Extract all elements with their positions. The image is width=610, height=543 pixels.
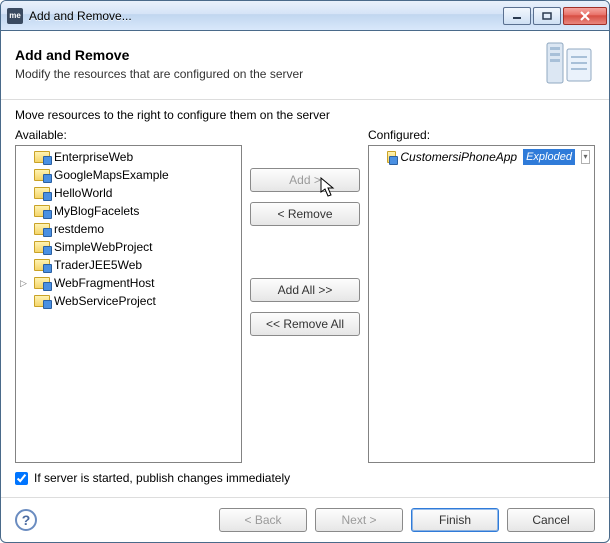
back-button[interactable]: < Back <box>219 508 307 532</box>
project-folder-icon <box>34 223 50 235</box>
cancel-button[interactable]: Cancel <box>507 508 595 532</box>
project-folder-icon <box>387 151 396 163</box>
configured-item[interactable]: CustomersiPhoneApp Exploded ▾ <box>369 148 594 166</box>
available-item[interactable]: TraderJEE5Web <box>16 256 241 274</box>
add-all-button[interactable]: Add All >> <box>250 278 360 302</box>
next-button[interactable]: Next > <box>315 508 403 532</box>
deploy-mode-dropdown[interactable]: ▾ <box>581 150 590 164</box>
available-item[interactable]: ▷ WebFragmentHost <box>16 274 241 292</box>
wizard-header: Add and Remove Modify the resources that… <box>1 31 609 100</box>
available-listbox[interactable]: EnterpriseWeb GoogleMapsExample HelloWorld… <box>15 145 242 463</box>
available-label: Available: <box>15 128 242 142</box>
window-title: Add and Remove... <box>29 9 503 23</box>
available-item-label: EnterpriseWeb <box>54 149 133 165</box>
app-icon: me <box>7 8 23 24</box>
finish-button[interactable]: Finish <box>411 508 499 532</box>
titlebar[interactable]: me Add and Remove... <box>1 1 609 31</box>
available-item[interactable]: EnterpriseWeb <box>16 148 241 166</box>
dialog-window: me Add and Remove... Add and Remove Modi… <box>0 0 610 543</box>
publish-immediately-checkbox[interactable] <box>15 472 28 485</box>
wizard-footer: ? < Back Next > Finish Cancel <box>1 497 609 542</box>
available-item-label: TraderJEE5Web <box>54 257 142 273</box>
minimize-button[interactable] <box>503 7 531 25</box>
available-item-label: WebServiceProject <box>54 293 156 309</box>
help-button[interactable]: ? <box>15 509 37 531</box>
configured-label: Configured: <box>368 128 595 142</box>
available-item-label: WebFragmentHost <box>54 275 154 291</box>
available-item-label: SimpleWebProject <box>54 239 152 255</box>
configured-item-name: CustomersiPhoneApp <box>400 149 517 165</box>
available-item-label: MyBlogFacelets <box>54 203 139 219</box>
maximize-button[interactable] <box>533 7 561 25</box>
expand-icon[interactable]: ▷ <box>20 275 30 291</box>
project-folder-icon <box>34 169 50 181</box>
publish-immediately-label[interactable]: If server is started, publish changes im… <box>34 471 290 485</box>
project-folder-icon <box>34 151 50 163</box>
available-item[interactable]: restdemo <box>16 220 241 238</box>
project-folder-icon <box>34 187 50 199</box>
remove-all-button[interactable]: << Remove All <box>250 312 360 336</box>
available-item[interactable]: MyBlogFacelets <box>16 202 241 220</box>
page-description: Modify the resources that are configured… <box>15 67 303 81</box>
available-item-label: GoogleMapsExample <box>54 167 169 183</box>
window-controls <box>503 7 607 25</box>
available-item[interactable]: SimpleWebProject <box>16 238 241 256</box>
add-button[interactable]: Add > <box>250 168 360 192</box>
project-folder-icon <box>34 277 50 289</box>
project-folder-icon <box>34 205 50 217</box>
available-item-label: HelloWorld <box>54 185 112 201</box>
project-folder-icon <box>34 259 50 271</box>
available-item[interactable]: GoogleMapsExample <box>16 166 241 184</box>
available-item-label: restdemo <box>54 221 104 237</box>
instruction-text: Move resources to the right to configure… <box>15 108 595 122</box>
wizard-body: Move resources to the right to configure… <box>1 100 609 497</box>
project-folder-icon <box>34 295 50 307</box>
deploy-mode-badge[interactable]: Exploded <box>523 149 575 165</box>
available-item[interactable]: WebServiceProject <box>16 292 241 310</box>
configured-listbox[interactable]: CustomersiPhoneApp Exploded ▾ <box>368 145 595 463</box>
remove-button[interactable]: < Remove <box>250 202 360 226</box>
close-button[interactable] <box>563 7 607 25</box>
page-title: Add and Remove <box>15 47 303 63</box>
available-item[interactable]: HelloWorld <box>16 184 241 202</box>
project-folder-icon <box>34 241 50 253</box>
server-banner-icon <box>545 41 595 87</box>
